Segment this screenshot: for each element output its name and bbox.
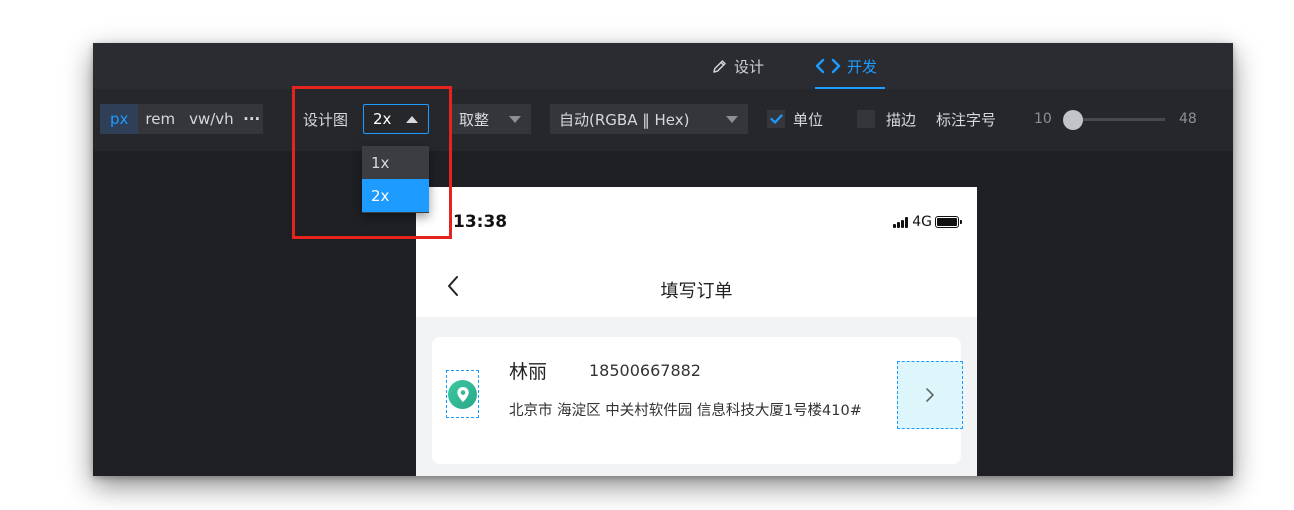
color-format-dropdown[interactable]: 自动(RGBA ‖ Hex) [550,104,748,134]
tab-design[interactable]: 设计 [711,43,764,89]
font-size-slider-handle[interactable] [1063,110,1083,130]
mode-tabs-bar: 设计 开发 [93,43,1233,89]
status-time: 13:38 [453,212,508,232]
recipient-name: 林丽 [509,361,548,383]
unit-checkbox-label: 单位 [793,110,824,129]
font-size-slider-track[interactable] [1079,118,1165,121]
page-title: 填写订单 [660,281,733,302]
app-window: 设计 开发 px rem vw/vh ··· 设计图 2x 取整 自动(RGBA… [93,43,1233,476]
slider-max-value: 48 [1179,111,1197,127]
checkmark-icon [769,114,783,124]
unit-checkbox[interactable] [767,110,785,128]
design-artboard: 13:38 4G 填写订单 林丽 18500667882 北京市 海淀区 中关村… [416,187,977,476]
code-brackets-icon [815,58,841,74]
font-size-label: 标注字号 [936,110,997,129]
unit-rem-button[interactable]: rem [138,104,182,134]
more-units-button[interactable]: ··· [241,104,263,134]
chevron-right-icon[interactable] [897,361,963,429]
network-type: 4G [912,214,932,230]
caret-down-icon [726,116,738,123]
signal-icon [893,216,909,228]
location-icon-frame [446,370,479,418]
address-card[interactable]: 林丽 18500667882 北京市 海淀区 中关村软件园 信息科技大厦1号楼4… [432,337,963,464]
caret-down-icon [509,116,521,123]
annotation-highlight-box [292,86,452,239]
tab-develop-label: 开发 [847,57,878,76]
unit-px-button[interactable]: px [100,104,139,134]
recipient-phone: 18500667882 [589,361,701,380]
tab-develop[interactable]: 开发 [815,43,886,89]
slider-min-value: 10 [1034,111,1052,127]
unit-selector: px rem vw/vh ··· [100,104,263,134]
pencil-icon [711,58,728,75]
location-pin-icon [448,379,477,409]
rounding-dropdown[interactable]: 取整 [450,104,531,134]
dev-toolbar: px rem vw/vh ··· 设计图 2x 取整 自动(RGBA ‖ Hex… [93,89,1233,151]
recipient-address: 北京市 海淀区 中关村软件园 信息科技大厦1号楼410# [509,403,862,419]
stroke-checkbox[interactable] [857,110,875,128]
status-bar: 13:38 4G [416,187,977,259]
nav-bar: 填写订单 [416,259,977,315]
tab-design-label: 设计 [734,57,765,76]
battery-icon [935,216,962,228]
color-format-value: 自动(RGBA ‖ Hex) [559,110,690,129]
stroke-checkbox-label: 描边 [886,110,917,129]
status-indicators: 4G [893,214,962,230]
unit-vw-vh-button[interactable]: vw/vh [182,104,241,134]
rounding-value: 取整 [459,110,490,129]
